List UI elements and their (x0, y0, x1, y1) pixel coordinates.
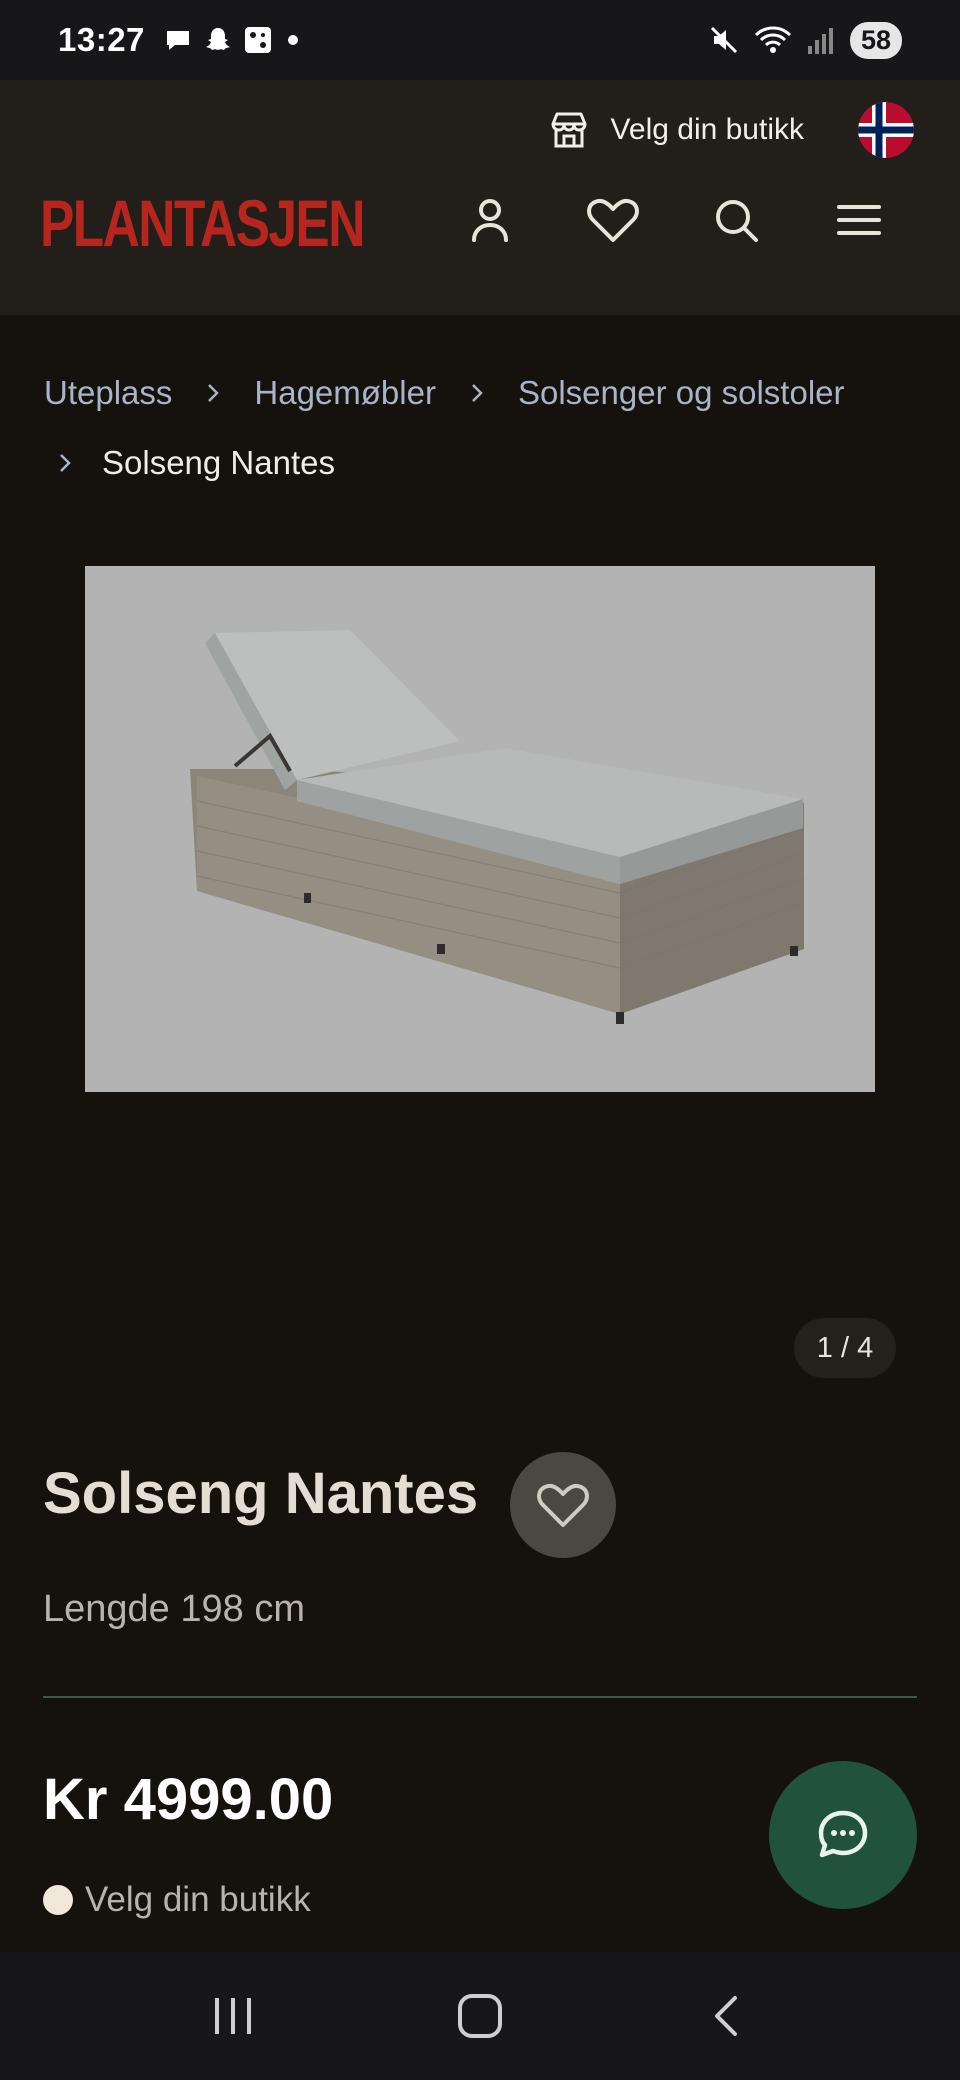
recent-apps-icon[interactable] (211, 1994, 255, 2038)
breadcrumb-link-uteplass[interactable]: Uteplass (44, 358, 172, 428)
product-image[interactable] (85, 566, 875, 1092)
divider (43, 1696, 917, 1698)
app-icon (244, 27, 271, 53)
chevron-right-icon (472, 384, 483, 402)
message-icon (166, 31, 189, 50)
system-navigation-bar (0, 1952, 960, 2080)
chevron-right-icon (60, 454, 71, 472)
favorites-icon[interactable] (583, 190, 643, 250)
status-dot (43, 1885, 73, 1915)
product-title: Solseng Nantes (43, 1461, 479, 1526)
breadcrumb-line-2: Solseng Nantes (44, 428, 924, 498)
battery-indicator: 58 (850, 21, 902, 59)
breadcrumb-line-1: Uteplass Hagemøbler Solsenger og solstol… (44, 358, 924, 428)
notification-icons (163, 25, 303, 55)
product-price: Kr 4999.00 (43, 1767, 334, 1832)
store-icon (551, 112, 587, 148)
search-icon[interactable] (706, 190, 766, 250)
chevron-right-icon (208, 384, 220, 402)
store-availability-label: Velg din butikk (85, 1880, 311, 1919)
signal-icon (808, 28, 833, 54)
menu-icon[interactable] (829, 190, 889, 250)
chat-icon (818, 1810, 868, 1858)
store-button-label: Velg din butikk (610, 113, 804, 146)
header-nav (460, 190, 889, 250)
breadcrumb: Uteplass Hagemøbler Solsenger og solstol… (44, 358, 924, 498)
account-icon[interactable] (460, 190, 520, 250)
page: 13:27 58 Velg din butikk PLANTASJEN Utep… (0, 0, 960, 2080)
site-header: Velg din butikk PLANTASJEN (0, 80, 960, 315)
back-icon[interactable] (705, 1994, 749, 2038)
system-icons: 58 (708, 21, 902, 59)
status-time: 13:27 (58, 21, 145, 58)
chat-button[interactable] (769, 1761, 917, 1909)
status-bar: 13:27 58 (0, 0, 960, 80)
heart-icon (537, 1483, 589, 1527)
norway-flag-icon[interactable] (858, 102, 914, 158)
wifi-icon (754, 26, 792, 53)
mute-icon (710, 26, 738, 54)
image-counter: 1 / 4 (794, 1318, 896, 1378)
snapchat-icon (205, 28, 230, 50)
add-to-favorites-button[interactable] (510, 1452, 616, 1558)
dot-icon (287, 35, 298, 45)
breadcrumb-current: Solseng Nantes (102, 444, 335, 481)
breadcrumb-link-hagemobler[interactable]: Hagemøbler (254, 358, 436, 428)
product-subtitle: Lengde 198 cm (43, 1588, 305, 1630)
home-icon[interactable] (456, 1992, 504, 2040)
breadcrumb-link-solsenger[interactable]: Solsenger og solstoler (518, 358, 845, 428)
plantasjen-logo[interactable]: PLANTASJEN (40, 185, 365, 261)
select-store-button[interactable]: Velg din butikk (547, 102, 914, 158)
store-availability[interactable]: Velg din butikk (43, 1880, 311, 1920)
